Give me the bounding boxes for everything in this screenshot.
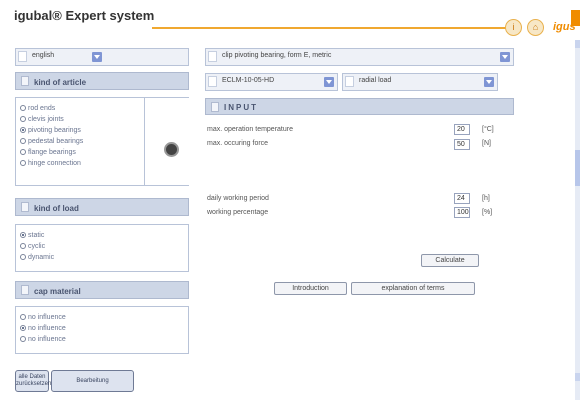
radio-button[interactable] — [20, 243, 26, 249]
radio-button[interactable] — [20, 232, 26, 238]
daily-period-input[interactable]: 24 — [454, 193, 470, 204]
load-section-header: kind of load — [15, 198, 189, 216]
model-value: ECLM-10-05-HD — [222, 77, 275, 84]
radio-button[interactable] — [20, 314, 26, 320]
cap-section-title: cap material — [34, 287, 81, 296]
max-force-input[interactable]: 50 — [454, 139, 470, 150]
radio-option-article[interactable]: flange bearings — [20, 147, 76, 157]
chevron-down-icon[interactable] — [92, 52, 102, 62]
header-divider — [152, 27, 508, 29]
radio-button[interactable] — [20, 254, 26, 260]
section-marker — [21, 76, 29, 86]
section-marker — [21, 285, 29, 295]
radio-button[interactable] — [20, 138, 26, 144]
radio-button[interactable] — [20, 149, 26, 155]
article-section-title: kind of article — [34, 78, 87, 87]
product-select[interactable]: clip pivoting bearing, form E, metric — [205, 48, 514, 66]
app-header: igubal® Expert system i ⌂ igus — [0, 0, 580, 36]
chevron-down-icon[interactable] — [324, 77, 334, 87]
section-marker — [211, 102, 219, 112]
radio-button[interactable] — [20, 325, 26, 331]
vertical-scrollbar[interactable] — [575, 40, 580, 400]
max-force-label: max. occuring force — [207, 140, 269, 147]
scroll-up-arrow-icon[interactable] — [575, 40, 580, 48]
radio-button[interactable] — [20, 336, 26, 342]
product-value: clip pivoting bearing, form E, metric — [222, 52, 332, 59]
radio-option-cap[interactable]: no influence — [20, 323, 66, 333]
cap-section-header: cap material — [15, 281, 189, 299]
model-select[interactable]: ECLM-10-05-HD — [205, 73, 338, 91]
select-pad — [208, 51, 217, 62]
percentage-unit: [%] — [482, 209, 493, 216]
load-type-select[interactable]: radial load — [342, 73, 498, 91]
input-section-title: INPUT — [224, 103, 258, 112]
home-icon[interactable]: ⌂ — [527, 19, 544, 36]
language-value: english — [32, 52, 55, 59]
radio-option-article[interactable]: pedestal bearings — [20, 136, 83, 146]
radio-option-article[interactable]: clevis joints — [20, 114, 64, 124]
load-section-title: kind of load — [34, 204, 79, 213]
max-temp-unit: [°C] — [482, 126, 494, 133]
radio-option-article[interactable]: rod ends — [20, 103, 55, 113]
radio-option-load[interactable]: static — [20, 230, 44, 240]
explanation-button[interactable]: explanation of terms — [351, 282, 475, 295]
radio-button[interactable] — [20, 105, 26, 111]
percentage-input[interactable]: 100 — [454, 207, 470, 218]
daily-period-label: daily working period — [207, 195, 269, 202]
load-type-value: radial load — [359, 77, 392, 84]
radio-button[interactable] — [20, 127, 26, 133]
language-select[interactable]: english — [15, 48, 189, 66]
radio-option-load[interactable]: cyclic — [20, 241, 45, 251]
max-force-unit: [N] — [482, 140, 491, 147]
info-icon[interactable]: i — [505, 19, 522, 36]
section-marker — [21, 202, 29, 212]
app-title: igubal® Expert system — [14, 8, 155, 23]
radio-option-load[interactable]: dynamic — [20, 252, 54, 262]
loading-spinner-icon — [164, 142, 179, 157]
radio-option-cap[interactable]: no influence — [20, 334, 66, 344]
max-temp-label: max. operation temperature — [207, 126, 293, 133]
article-section-header: kind of article — [15, 72, 189, 90]
calculate-button[interactable]: Calculate — [421, 254, 479, 267]
chevron-down-icon[interactable] — [500, 52, 510, 62]
percentage-label: working percentage — [207, 209, 269, 216]
select-pad — [208, 76, 217, 87]
select-pad — [345, 76, 354, 87]
edit-button[interactable]: Bearbeitung — [51, 370, 134, 392]
scroll-down-arrow-icon[interactable] — [575, 373, 580, 381]
brand-accent-bar — [571, 10, 580, 26]
reset-data-button[interactable]: alle Daten zurücksetzen — [15, 370, 51, 392]
article-preview-pane — [144, 98, 189, 185]
input-section-header: INPUT — [205, 98, 514, 115]
radio-option-cap[interactable]: no influence — [20, 312, 66, 322]
scrollbar-thumb[interactable] — [575, 150, 580, 186]
daily-period-unit: [h] — [482, 195, 490, 202]
radio-option-article[interactable]: pivoting bearings — [20, 125, 81, 135]
select-pad — [18, 51, 27, 62]
radio-option-article[interactable]: hinge connection — [20, 158, 81, 168]
chevron-down-icon[interactable] — [484, 77, 494, 87]
max-temp-input[interactable]: 20 — [454, 124, 470, 135]
radio-button[interactable] — [20, 160, 26, 166]
introduction-button[interactable]: Introduction — [274, 282, 347, 295]
radio-button[interactable] — [20, 116, 26, 122]
